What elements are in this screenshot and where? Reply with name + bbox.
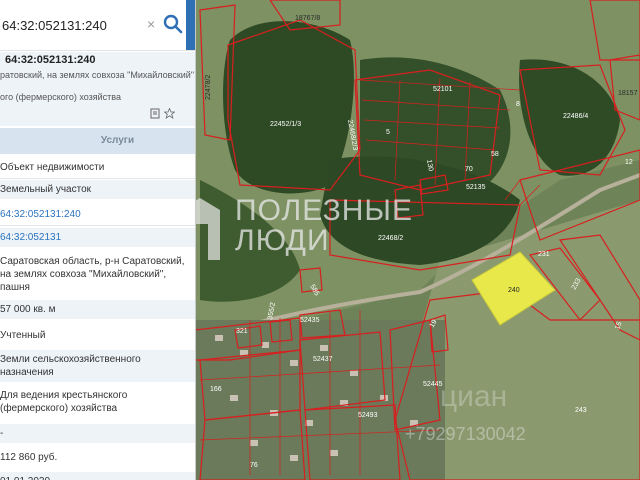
attr-cadastral-number[interactable]: 64:32:052131:240 — [0, 205, 195, 224]
clear-icon[interactable]: × — [147, 16, 155, 32]
attr-permitted-use: Для ведения крестьянского (фермерского) … — [0, 390, 128, 414]
attr-object-kind: Земельный участок — [0, 180, 195, 199]
label-5: 5 — [386, 129, 390, 136]
address-short: ратовский, на землях совхоза "Михайловск… — [0, 70, 195, 80]
search-bar: × — [0, 0, 195, 51]
card-tools — [150, 107, 176, 122]
label-18767-8: 18767/8 — [295, 15, 320, 22]
watermark-site: циан — [440, 380, 508, 413]
permitted-use-short: ого (фермерского) хозяйства — [0, 92, 121, 102]
search-input[interactable] — [0, 10, 152, 40]
watermark-logo-text: ПОЛЕЗНЫЕ ЛЮДИ — [235, 196, 413, 256]
label-52493: 52493 — [358, 412, 378, 419]
attr-address: Саратовская область, р-н Саратовский, на… — [0, 256, 185, 293]
label-240: 240 — [508, 287, 520, 294]
tab-services[interactable]: Услуги — [70, 128, 165, 154]
watermark-logo-line1: ПОЛЕЗНЫЕ — [235, 194, 413, 227]
label-166: 166 — [210, 386, 222, 393]
watermark-phone: +79297130042 — [405, 424, 526, 444]
label-58: 58 — [491, 151, 499, 158]
label-231: 231 — [538, 251, 550, 258]
label-22486-4: 22486/4 — [563, 113, 588, 120]
attr-date: 01.01.2020 — [0, 472, 195, 480]
label-52135: 52135 — [466, 184, 486, 191]
label-76: 76 — [250, 462, 258, 469]
label-52437: 52437 — [313, 356, 333, 363]
label-52435: 52435 — [300, 317, 320, 324]
star-icon[interactable] — [163, 107, 176, 119]
attr-dash: - — [0, 424, 195, 443]
watermark-logo-line2: ЛЮДИ — [235, 224, 330, 257]
label-243: 243 — [575, 407, 587, 414]
search-icon[interactable] — [162, 12, 184, 36]
label-52101: 52101 — [433, 86, 453, 93]
label-22478-2: 22478/2 — [205, 75, 212, 100]
attr-object-type: Объект недвижимости — [0, 162, 105, 173]
attr-area: 57 000 кв. м — [0, 300, 195, 319]
label-70: 70 — [465, 166, 473, 173]
label-321: 321 — [236, 328, 248, 335]
info-panel: × 64:32:052131:240 ратовский, на землях … — [0, 0, 196, 480]
panel-collapse-tab[interactable] — [186, 0, 195, 50]
attr-land-category: Земли сельскохозяйственного назначения — [0, 350, 195, 382]
label-8: 8 — [516, 101, 520, 108]
label-12: 12 — [625, 159, 633, 166]
attr-status: Учтенный — [0, 330, 46, 341]
label-18157: 18157 — [618, 90, 638, 97]
print-icon[interactable] — [150, 108, 161, 119]
attr-cadastral-quarter[interactable]: 64:32:052131 — [0, 228, 195, 247]
attr-cadastral-value: 112 860 руб. — [0, 452, 58, 463]
card-tabs: Услуги — [0, 128, 195, 154]
cadastral-number-title: 64:32:052131:240 — [5, 54, 96, 66]
label-22452-1-3: 22452/1/3 — [270, 121, 301, 128]
